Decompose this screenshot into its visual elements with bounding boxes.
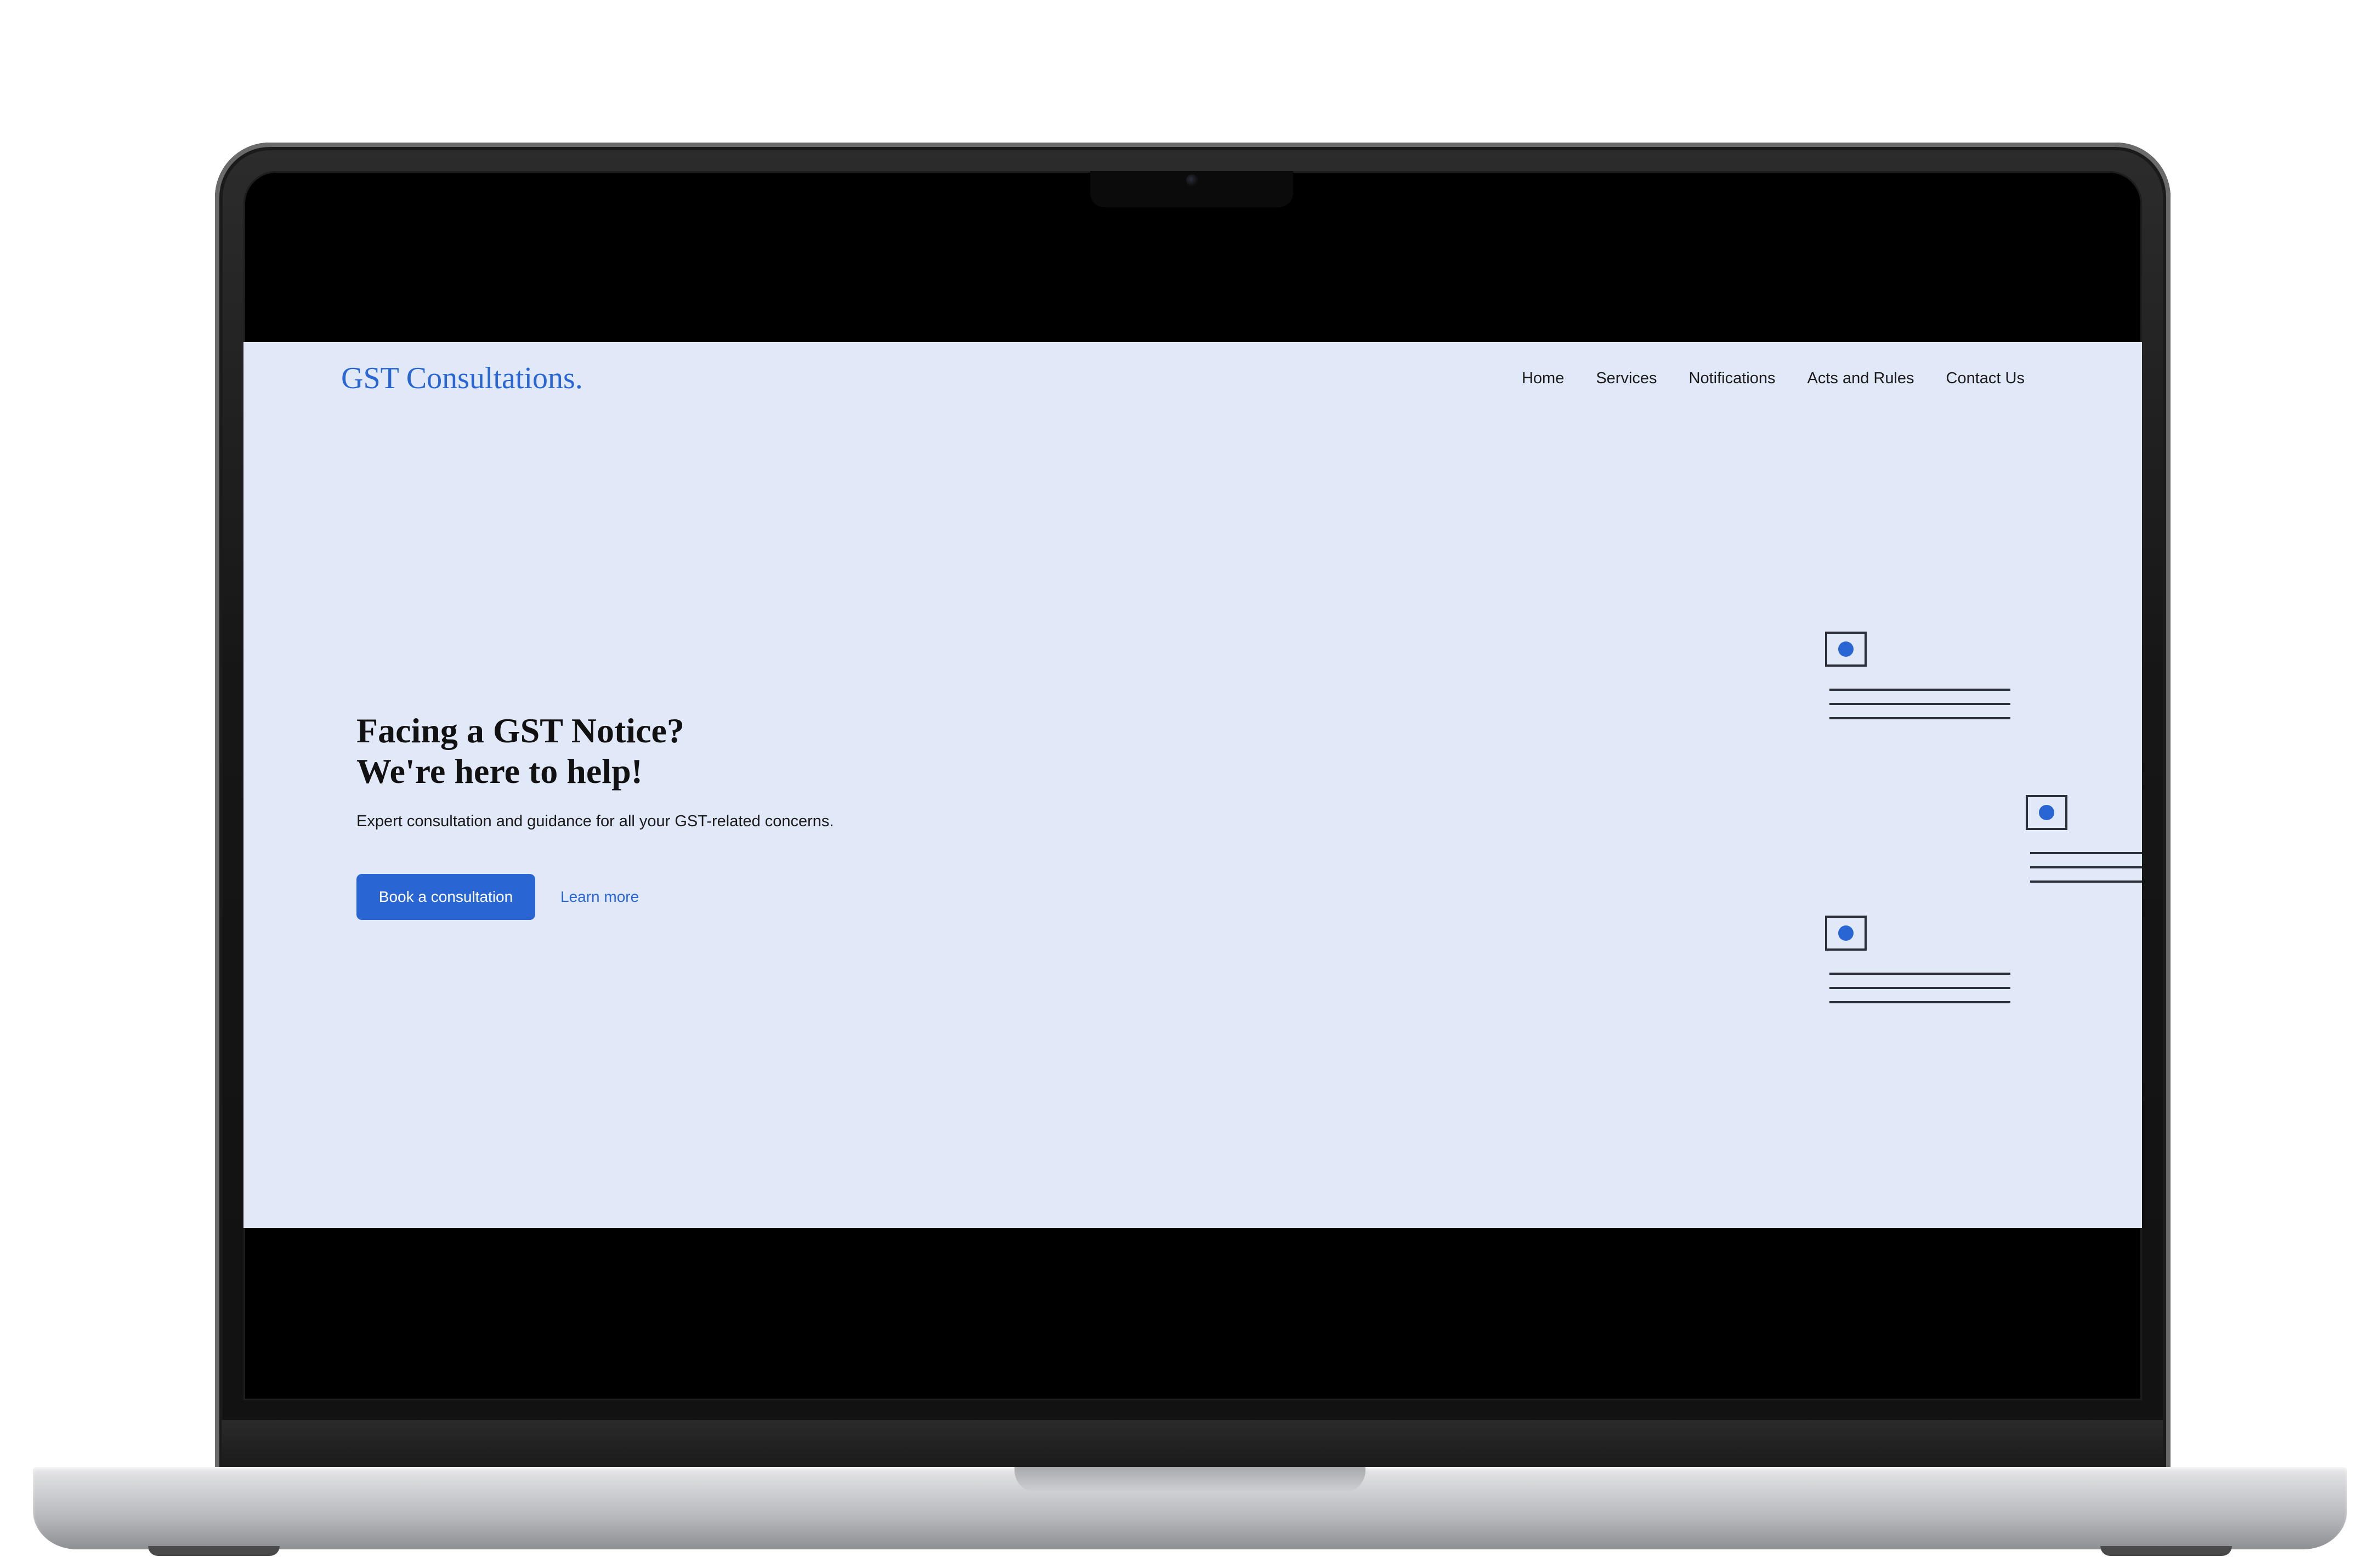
laptop-foot-right xyxy=(2100,1546,2232,1556)
laptop-hinge xyxy=(222,1420,2163,1469)
book-consultation-button[interactable]: Book a consultation xyxy=(356,874,535,920)
learn-more-link[interactable]: Learn more xyxy=(560,888,639,906)
document-list-icon xyxy=(1825,632,2010,719)
trackpad-notch xyxy=(1015,1467,1365,1492)
hero-title-line-1: Facing a GST Notice? xyxy=(356,711,684,750)
nav-acts-and-rules[interactable]: Acts and Rules xyxy=(1807,370,1914,388)
website-screen: GST Consultations. Home Services Notific… xyxy=(243,342,2142,1228)
laptop-foot-left xyxy=(148,1546,280,1556)
nav-home[interactable]: Home xyxy=(1522,370,1564,388)
document-list-icon xyxy=(2026,795,2142,883)
nav-services[interactable]: Services xyxy=(1596,370,1657,388)
nav-contact-us[interactable]: Contact Us xyxy=(1946,370,2025,388)
nav-notifications[interactable]: Notifications xyxy=(1689,370,1776,388)
hero-title: Facing a GST Notice? We're here to help! xyxy=(356,711,684,792)
hero-title-line-2: We're here to help! xyxy=(356,752,643,791)
document-list-icon xyxy=(1825,916,2010,1003)
laptop-mockup: GST Consultations. Home Services Notific… xyxy=(0,0,2380,1568)
main-nav: Home Services Notifications Acts and Rul… xyxy=(1522,370,2025,388)
site-logo[interactable]: GST Consultations. xyxy=(341,361,583,396)
camera-icon xyxy=(1186,174,1198,186)
hero-subtitle: Expert consultation and guidance for all… xyxy=(356,813,834,830)
